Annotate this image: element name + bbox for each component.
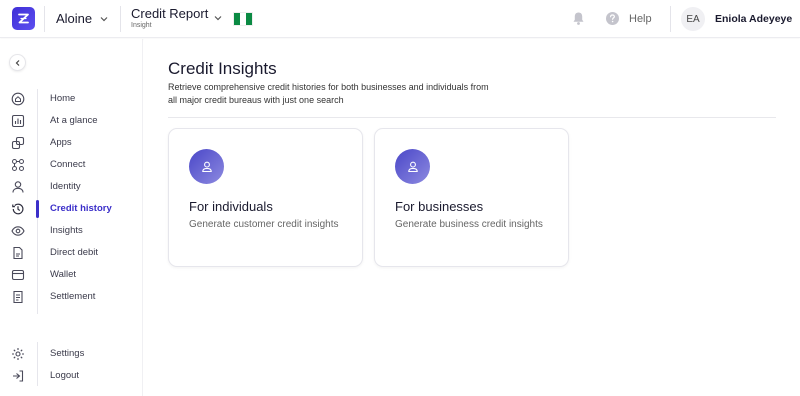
document-icon	[13, 246, 23, 260]
collapse-sidebar-button[interactable]	[9, 54, 26, 71]
sidebar-item-identity[interactable]: Identity	[0, 176, 143, 198]
divider	[44, 6, 45, 32]
sidebar-item-label: Insights	[50, 225, 83, 236]
sidebar-item-label: Wallet	[50, 269, 77, 280]
product-title[interactable]: Credit Report	[131, 6, 208, 21]
workspace-chevron-down-icon[interactable]	[98, 13, 110, 25]
sidebar-item-credit-history[interactable]: Credit history	[0, 198, 143, 220]
sidebar-item-label: Identity	[50, 181, 81, 192]
eye-icon	[11, 226, 25, 236]
sidebar-item-label: Logout	[50, 370, 80, 381]
divider	[670, 6, 671, 32]
sidebar-item-label: Direct debit	[50, 247, 99, 258]
sidebar-item-insights[interactable]: Insights	[0, 220, 143, 242]
sidebar-item-home[interactable]: Home	[0, 88, 143, 110]
sidebar-item-label: Credit history	[50, 203, 112, 214]
card-for-businesses[interactable]: For businesses Generate business credit …	[374, 128, 569, 267]
main-content: Credit Insights Retrieve comprehensive c…	[144, 39, 800, 396]
workspace-name[interactable]: Aloine	[56, 11, 92, 26]
gear-icon	[12, 348, 24, 360]
home-icon	[11, 92, 25, 106]
avatar[interactable]: EA	[681, 7, 705, 31]
logo-z-icon	[18, 13, 29, 24]
apps-icon	[11, 136, 25, 150]
top-bar: Aloine Credit Report Insight Help EA Eni…	[0, 0, 800, 38]
sidebar-item-label: At a glance	[50, 115, 98, 126]
sidebar-item-connect[interactable]: Connect	[0, 154, 143, 176]
active-indicator	[36, 200, 39, 218]
avatar-initials: EA	[686, 13, 700, 25]
sidebar-item-settlement[interactable]: Settlement	[0, 286, 143, 308]
logout-icon	[13, 370, 24, 382]
card-description: Generate customer credit insights	[189, 219, 339, 230]
app-logo[interactable]	[12, 7, 35, 30]
user-icon	[189, 149, 224, 184]
sidebar-item-logout[interactable]: Logout	[0, 365, 143, 387]
sidebar-item-label: Connect	[50, 159, 86, 170]
page-title: Credit Insights	[168, 59, 277, 78]
sidebar-item-settings[interactable]: Settings	[0, 343, 143, 365]
sidebar-item-wallet[interactable]: Wallet	[0, 264, 143, 286]
settlement-icon	[13, 290, 23, 304]
bell-icon[interactable]	[571, 11, 586, 26]
sidebar-item-label: Apps	[50, 137, 72, 148]
connect-icon	[12, 159, 24, 171]
chevron-left-icon	[15, 59, 19, 66]
card-for-individuals[interactable]: For individuals Generate customer credit…	[168, 128, 363, 267]
user-name[interactable]: Eniola Adeyeye	[715, 13, 792, 25]
sidebar-item-at-a-glance[interactable]: At a glance	[0, 110, 143, 132]
wallet-icon	[11, 269, 25, 281]
card-description: Generate business credit insights	[395, 219, 543, 230]
sidebar-item-label: Home	[50, 93, 76, 104]
sidebar-item-apps[interactable]: Apps	[0, 132, 143, 154]
product-subtitle: Insight	[131, 22, 152, 29]
user-icon	[12, 181, 24, 193]
history-icon	[12, 203, 24, 215]
nigeria-flag-icon[interactable]	[233, 12, 253, 26]
sidebar-item-label: Settlement	[50, 291, 96, 302]
sidebar-item-direct-debit[interactable]: Direct debit	[0, 242, 143, 264]
page-description: Retrieve comprehensive credit histories …	[168, 82, 489, 105]
divider	[168, 117, 776, 118]
sidebar: Home At a glance Apps Connect Identity C…	[0, 39, 143, 396]
bar-chart-icon	[11, 114, 25, 128]
help-link[interactable]: Help	[629, 13, 652, 25]
sidebar-item-label: Settings	[50, 348, 85, 359]
product-chevron-down-icon[interactable]	[212, 12, 224, 24]
card-title: For businesses	[395, 199, 484, 214]
help-icon[interactable]	[605, 11, 620, 26]
card-title: For individuals	[189, 199, 273, 214]
divider	[120, 6, 121, 32]
user-icon	[395, 149, 430, 184]
